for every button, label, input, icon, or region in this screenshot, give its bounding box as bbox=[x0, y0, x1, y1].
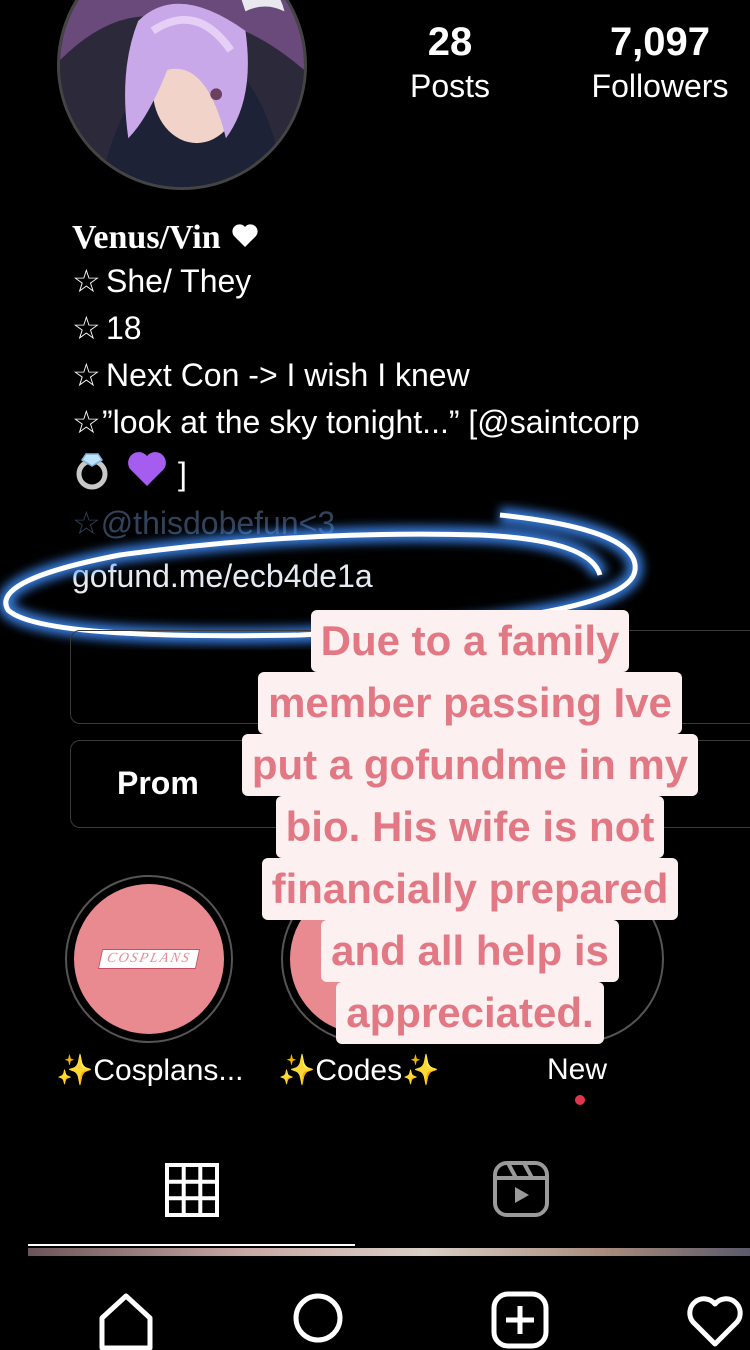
followers-stat[interactable]: 7,097 Followers bbox=[575, 18, 745, 106]
highlight-cosplans[interactable]: COSPLANS bbox=[64, 875, 234, 1043]
followers-count: 7,097 bbox=[609, 20, 711, 64]
avatar-illustration bbox=[60, 0, 304, 187]
new-indicator-dot bbox=[575, 1095, 585, 1105]
white-heart-icon bbox=[231, 218, 259, 258]
highlight-cover: COSPLANS bbox=[74, 884, 224, 1034]
star-icon: ☆ bbox=[72, 263, 101, 299]
sparkles-icon: ✨ bbox=[402, 1054, 440, 1087]
bio-line-quote: ☆”look at the sky tonight...” [@saintcor… bbox=[72, 399, 750, 446]
active-tab-indicator bbox=[28, 1244, 355, 1246]
star-icon: ☆ bbox=[72, 357, 101, 393]
caption-line: financially prepared bbox=[261, 858, 679, 920]
posts-stat[interactable]: 28 Posts bbox=[395, 18, 505, 106]
sparkles-icon: ✨ bbox=[56, 1054, 94, 1087]
posts-count: 28 bbox=[427, 20, 473, 64]
highlight-cover-text: COSPLANS bbox=[98, 949, 200, 969]
ring-icon bbox=[72, 446, 116, 503]
story-caption: Due to a family member passing Ive put a… bbox=[210, 610, 730, 1044]
sparkles-icon: ✨ bbox=[278, 1054, 316, 1087]
promotions-label: Prom bbox=[117, 765, 199, 801]
grid-icon[interactable] bbox=[165, 1163, 219, 1217]
caption-line: put a gofundme in my bbox=[241, 734, 699, 796]
activity-heart-icon[interactable] bbox=[685, 1290, 745, 1350]
profile-name: Venus/Vin bbox=[72, 218, 750, 258]
post-grid-preview[interactable] bbox=[28, 1248, 750, 1256]
add-post-icon[interactable] bbox=[490, 1290, 550, 1350]
search-icon[interactable] bbox=[290, 1290, 350, 1350]
posts-label: Posts bbox=[409, 68, 491, 104]
caption-line: appreciated. bbox=[336, 982, 604, 1044]
caption-line: Due to a family bbox=[310, 610, 630, 672]
star-icon: ☆ bbox=[72, 310, 101, 346]
caption-line: member passing Ive bbox=[258, 672, 682, 734]
bio-line-partial: ☆@thisdobefun<3 bbox=[72, 505, 336, 541]
profile-bio: Venus/Vin ☆ She/ They ☆ 18 ☆ Next Con -> I … bbox=[72, 218, 750, 503]
caption-line: and all help is bbox=[321, 920, 619, 982]
bio-line-age: ☆ 18 bbox=[72, 305, 750, 352]
reels-icon[interactable] bbox=[492, 1160, 550, 1218]
caption-line: bio. His wife is not bbox=[275, 796, 665, 858]
gofundme-link[interactable]: gofund.me/ecb4de1a bbox=[72, 556, 373, 596]
profile-name-text: Venus/Vin bbox=[72, 219, 221, 256]
bio-bracket: ] bbox=[178, 456, 187, 492]
bio-line-emoji: ] bbox=[72, 446, 750, 503]
highlight-label-cosplans[interactable]: ✨Cosplans... bbox=[56, 1053, 243, 1088]
purple-heart-icon bbox=[126, 448, 168, 501]
home-icon[interactable] bbox=[96, 1290, 156, 1350]
profile-avatar[interactable] bbox=[57, 0, 307, 190]
star-icon: ☆ bbox=[72, 404, 101, 440]
highlight-ring: COSPLANS bbox=[65, 875, 233, 1043]
highlight-label-new[interactable]: New bbox=[547, 1053, 607, 1087]
bio-line-pronouns: ☆ She/ They bbox=[72, 258, 750, 305]
followers-label: Followers bbox=[591, 68, 729, 104]
bio-line-next-con: ☆ Next Con -> I wish I knew bbox=[72, 352, 750, 399]
highlight-label-codes[interactable]: ✨Codes✨ bbox=[278, 1053, 439, 1088]
